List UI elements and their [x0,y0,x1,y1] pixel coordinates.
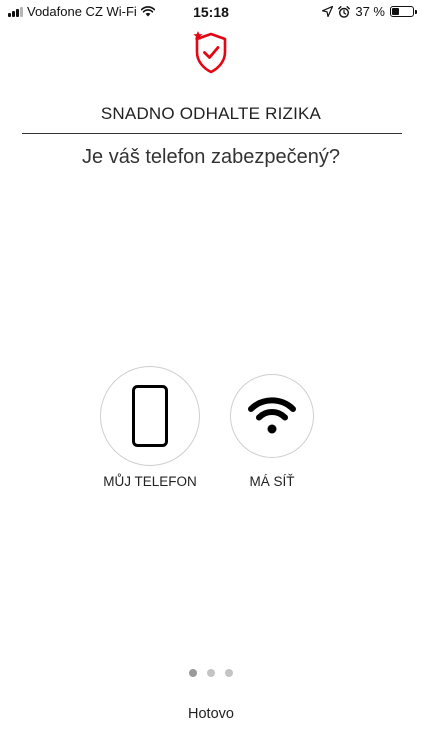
status-right: 37 % [322,4,417,19]
my-network-label: MÁ SÍŤ [249,474,295,489]
page-dot[interactable] [189,669,197,677]
page-dot[interactable] [207,669,215,677]
wifi-icon [248,397,296,434]
battery-icon [390,6,417,17]
smartphone-icon [132,385,168,447]
page-dot[interactable] [225,669,233,677]
my-phone-option[interactable]: MŮJ TELEFON [100,366,200,489]
page-title: SNADNO ODHALTE RIZIKA [100,104,322,123]
page-indicator[interactable] [0,669,422,677]
location-arrow-icon [322,6,334,17]
battery-fill [392,8,400,15]
done-button[interactable]: Hotovo [0,706,422,722]
status-bar: Vodafone CZ Wi-Fi 15:18 37 % [0,0,422,24]
alarm-icon [338,5,351,18]
my-phone-label: MŮJ TELEFON [103,474,197,489]
my-phone-circle[interactable] [100,366,200,466]
battery-percent: 37 % [355,4,385,19]
page-subtitle: Je váš telefon zabezpečený? [82,146,340,168]
my-network-circle[interactable] [230,374,314,458]
title-divider [22,133,402,134]
my-network-option[interactable]: MÁ SÍŤ [230,366,314,489]
shield-check-icon [193,31,227,74]
